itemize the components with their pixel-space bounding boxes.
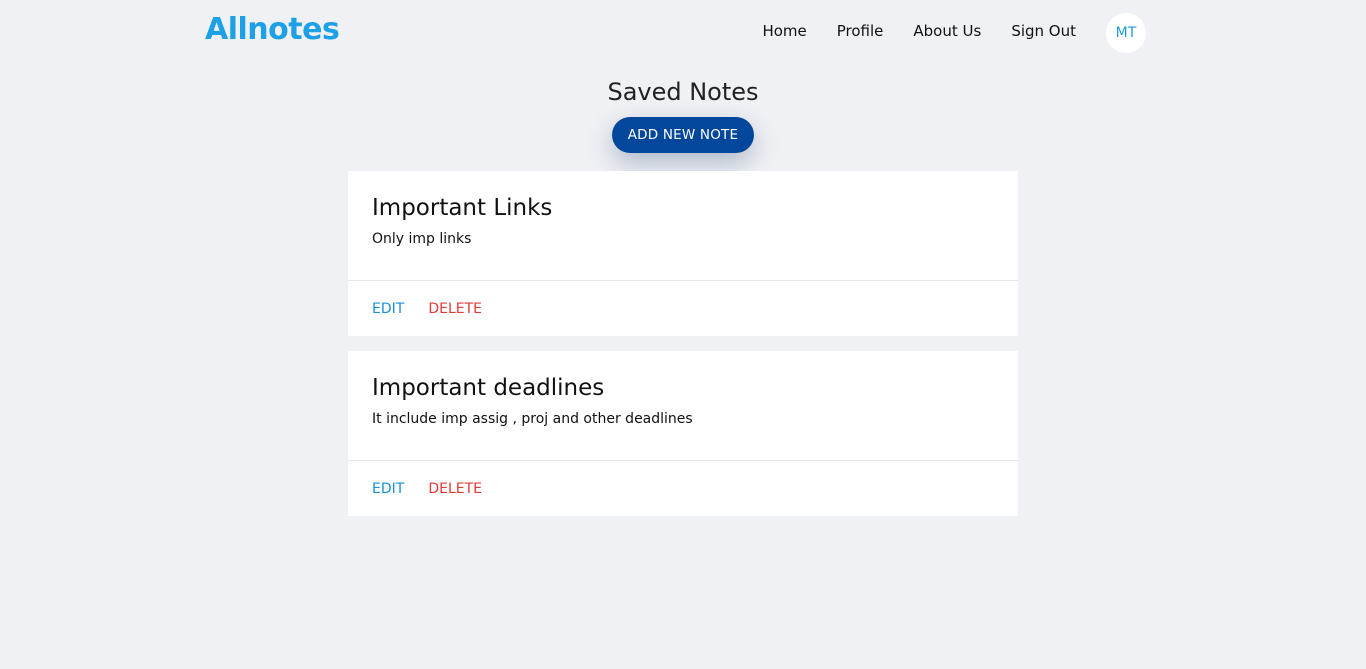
nav-links: Home Profile About Us Sign Out bbox=[762, 22, 1076, 40]
nav-link-profile[interactable]: Profile bbox=[837, 22, 884, 40]
note-card-body: Important Links Only imp links bbox=[348, 171, 1018, 281]
page-title: Saved Notes bbox=[607, 78, 759, 106]
edit-note-button[interactable]: EDIT bbox=[372, 301, 404, 317]
brand-logo[interactable]: Allnotes bbox=[205, 12, 340, 47]
delete-note-button[interactable]: DELETE bbox=[428, 301, 482, 317]
nav-link-about-us[interactable]: About Us bbox=[913, 22, 981, 40]
note-card: Important deadlines It include imp assig… bbox=[348, 351, 1018, 516]
avatar[interactable]: MT bbox=[1106, 13, 1146, 53]
note-description: Only imp links bbox=[372, 231, 472, 247]
notes-list: Important Links Only imp links EDIT DELE… bbox=[348, 171, 1018, 531]
note-actions: EDIT DELETE bbox=[348, 281, 1018, 336]
delete-note-button[interactable]: DELETE bbox=[428, 481, 482, 497]
note-title: Important deadlines bbox=[372, 375, 605, 401]
note-actions: EDIT DELETE bbox=[348, 461, 1018, 516]
note-card: Important Links Only imp links EDIT DELE… bbox=[348, 171, 1018, 336]
note-title: Important Links bbox=[372, 195, 553, 221]
note-description: It include imp assig , proj and other de… bbox=[372, 411, 693, 427]
add-new-note-button[interactable]: ADD NEW NOTE bbox=[612, 117, 754, 153]
edit-note-button[interactable]: EDIT bbox=[372, 481, 404, 497]
nav-link-sign-out[interactable]: Sign Out bbox=[1011, 22, 1076, 40]
note-card-body: Important deadlines It include imp assig… bbox=[348, 351, 1018, 461]
navbar: Allnotes Home Profile About Us Sign Out … bbox=[0, 0, 1366, 64]
nav-link-home[interactable]: Home bbox=[762, 22, 806, 40]
